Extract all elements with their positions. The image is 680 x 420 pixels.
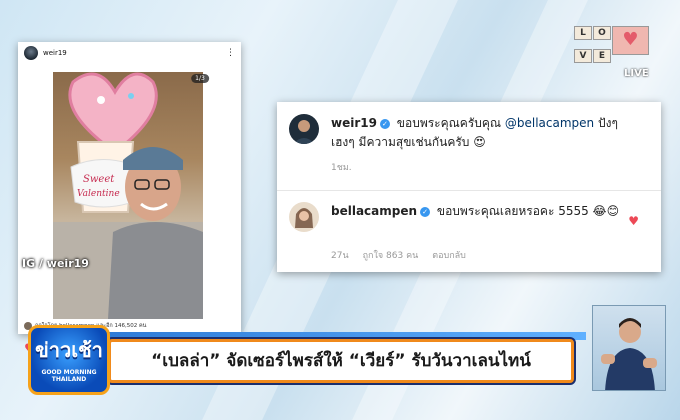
show-subtitle: GOOD MORNING — [41, 369, 97, 376]
comment-like-icon[interactable]: ♥ — [628, 214, 639, 228]
comment-body: ขอบพระคุณครับคุณ — [396, 116, 502, 130]
more-options-icon[interactable]: ⋮ — [226, 48, 235, 58]
instagram-post-card: weir19 ⋮ Sweet Valentine ♥ ◯ ➤ — [18, 42, 241, 357]
verified-icon: ✓ — [379, 118, 390, 129]
balloon-text: Valentine — [77, 189, 120, 199]
logo-tile: O — [593, 26, 611, 40]
comment-text: bellacampen ✓ ขอบพระคุณเลยหรอคะ 5555 😂😊 — [331, 202, 631, 221]
logo-tile: E — [593, 48, 611, 63]
post-photo: Sweet Valentine — [53, 72, 203, 319]
photo-illustration: Sweet Valentine — [53, 72, 203, 319]
comment-body: ขอบพระคุณเลยหรอคะ 5555 😂😊 — [436, 204, 620, 218]
logo-tile: V — [574, 48, 592, 63]
avatar[interactable] — [289, 114, 319, 144]
show-subtitle: THAILAND — [51, 376, 87, 383]
reply-button[interactable]: ตอบกลับ — [432, 248, 466, 262]
avatar[interactable] — [289, 202, 319, 232]
headline-bar: “เบลล่า” จัดเซอร์ไพรส์ให้ “เวียร์” รับวั… — [108, 339, 574, 383]
balloon-text: Sweet — [83, 174, 115, 185]
comment-text: weir19 ✓ ขอบพระคุณครับคุณ @bellacampen ปั… — [331, 114, 631, 152]
comment-time: 27น — [331, 251, 349, 261]
comment-panel: weir19 ✓ ขอบพระคุณครับคุณ @bellacampen ปั… — [277, 102, 661, 272]
logo-tile: L — [574, 26, 592, 40]
heart-tile-icon: ♥ — [612, 26, 649, 55]
comment-username[interactable]: weir19 — [331, 116, 377, 130]
divider — [277, 190, 661, 191]
photo-counter: 1/3 — [191, 74, 209, 83]
mention-link[interactable]: @bellacampen — [505, 116, 594, 130]
comment-time: 1ชม. — [331, 163, 352, 173]
show-title: ข่าวเช้า — [35, 338, 103, 362]
avatar[interactable] — [24, 46, 38, 60]
comment-meta: 27น ถูกใจ 863 คน ตอบกลับ — [331, 248, 466, 262]
headline-text: “เบลล่า” จัดเซอร์ไพรส์ให้ “เวียร์” รับวั… — [151, 351, 531, 371]
channel-logo: L O ♥ V E — [574, 26, 650, 70]
verified-icon: ✓ — [420, 206, 431, 217]
comment-meta: 1ชม. — [331, 160, 352, 174]
comment-likes[interactable]: ถูกใจ 863 คน — [363, 248, 419, 262]
post-username[interactable]: weir19 — [43, 49, 67, 57]
post-header: weir19 ⋮ — [18, 42, 241, 64]
show-logo: ข่าวเช้า GOOD MORNING THAILAND — [28, 325, 110, 395]
ig-watermark: IG / weir19 — [22, 257, 89, 270]
comment-username[interactable]: bellacampen — [331, 204, 417, 218]
live-label: LIVE — [624, 68, 649, 79]
sign-language-interpreter — [592, 305, 666, 391]
